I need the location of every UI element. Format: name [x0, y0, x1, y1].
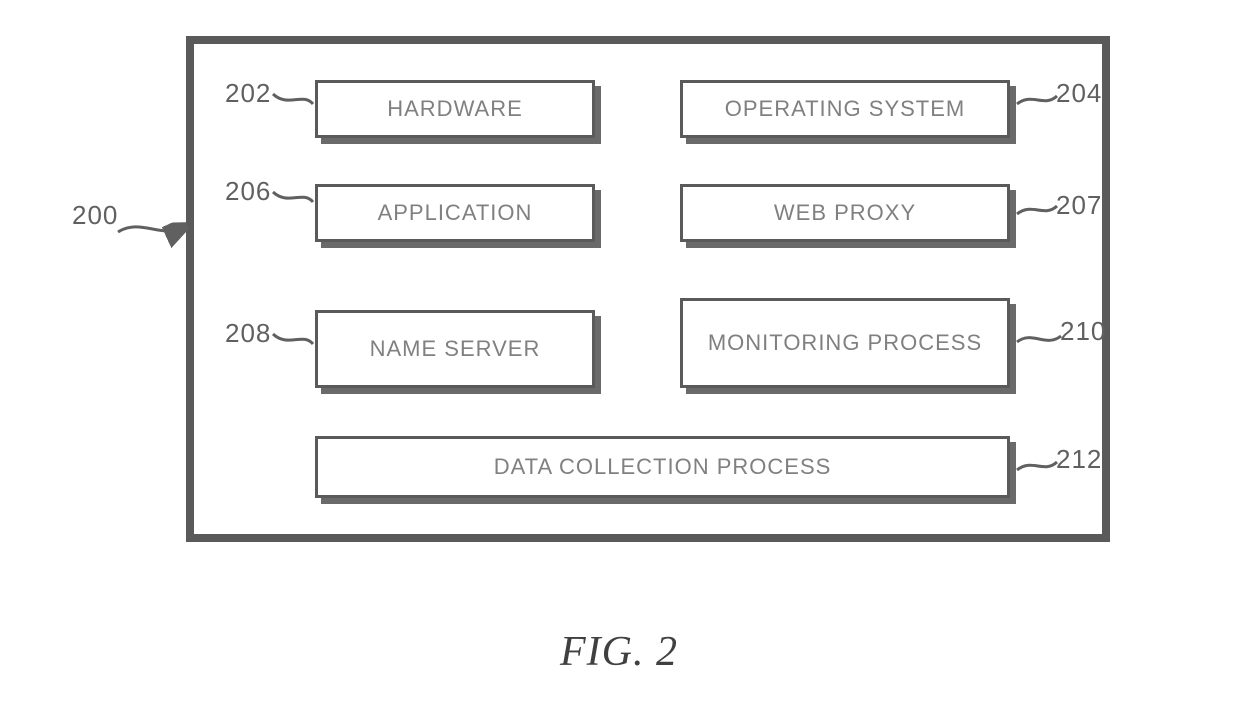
block-nameserver: NAME SERVER [315, 310, 595, 388]
leader-200 [110, 210, 190, 250]
block-webproxy: WEB PROXY [680, 184, 1010, 242]
ref-212: 212 [1056, 444, 1102, 475]
block-nameserver-label: NAME SERVER [370, 336, 541, 361]
ref-204: 204 [1056, 78, 1102, 109]
block-os-label: OPERATING SYSTEM [725, 96, 966, 121]
block-os: OPERATING SYSTEM [680, 80, 1010, 138]
block-webproxy-label: WEB PROXY [774, 200, 916, 225]
leader-202 [268, 86, 318, 116]
ref-210: 210 [1060, 316, 1106, 347]
block-datacollection-label: DATA COLLECTION PROCESS [494, 454, 832, 479]
block-monitoring-label: MONITORING PROCESS [708, 330, 982, 355]
ref-207: 207 [1056, 190, 1102, 221]
leader-204 [1014, 86, 1060, 114]
figure-canvas: HARDWARE OPERATING SYSTEM APPLICATION WE… [0, 0, 1240, 716]
leader-208 [268, 326, 318, 356]
leader-212 [1014, 452, 1060, 480]
block-datacollection: DATA COLLECTION PROCESS [315, 436, 1010, 498]
leader-206 [268, 184, 318, 214]
ref-202: 202 [225, 78, 271, 109]
ref-206: 206 [225, 176, 271, 207]
ref-208: 208 [225, 318, 271, 349]
block-hardware: HARDWARE [315, 80, 595, 138]
block-application: APPLICATION [315, 184, 595, 242]
block-hardware-label: HARDWARE [387, 96, 523, 121]
figure-caption: FIG. 2 [560, 628, 678, 676]
leader-207 [1014, 196, 1060, 224]
block-application-label: APPLICATION [378, 200, 533, 225]
leader-210 [1014, 324, 1064, 354]
block-monitoring: MONITORING PROCESS [680, 298, 1010, 388]
